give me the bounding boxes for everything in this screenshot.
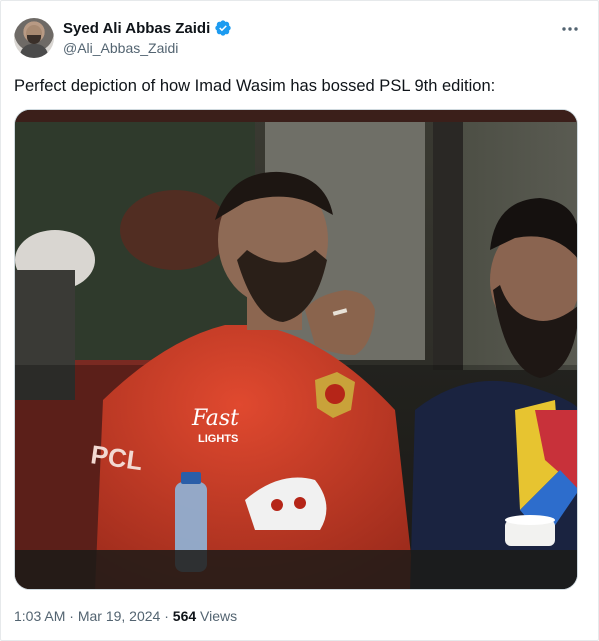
tweet-card: Syed Ali Abbas Zaidi @Ali_Abbas_Zaidi Pe… <box>0 0 599 641</box>
author-handle[interactable]: @Ali_Abbas_Zaidi <box>63 40 178 56</box>
jersey-sponsor-text: Fast <box>191 406 239 431</box>
tweet-media-image[interactable]: Fast LIGHTS PCL <box>14 109 578 590</box>
views-label: Views <box>200 608 238 624</box>
verified-badge-icon <box>214 19 232 37</box>
avatar[interactable] <box>14 18 54 58</box>
tweet-date[interactable]: Mar 19, 2024 <box>78 608 161 624</box>
author-name-row: Syed Ali Abbas Zaidi <box>63 19 232 37</box>
tweet-meta: 1:03 AM · Mar 19, 2024 · 564 Views <box>14 608 237 624</box>
more-horizontal-icon[interactable] <box>560 21 580 37</box>
meta-separator: · <box>69 608 74 624</box>
tweet-time[interactable]: 1:03 AM <box>14 608 65 624</box>
tweet-text: Perfect depiction of how Imad Wasim has … <box>14 77 496 95</box>
views-count: 564 <box>172 608 197 624</box>
jersey-sponsor-sub-text: LIGHTS <box>198 433 238 445</box>
media-photo: Fast LIGHTS PCL <box>15 110 577 589</box>
author-display-name[interactable]: Syed Ali Abbas Zaidi <box>63 20 210 37</box>
avatar-body <box>20 44 48 58</box>
meta-separator-2: · <box>164 608 169 624</box>
avatar-beard <box>27 35 41 44</box>
